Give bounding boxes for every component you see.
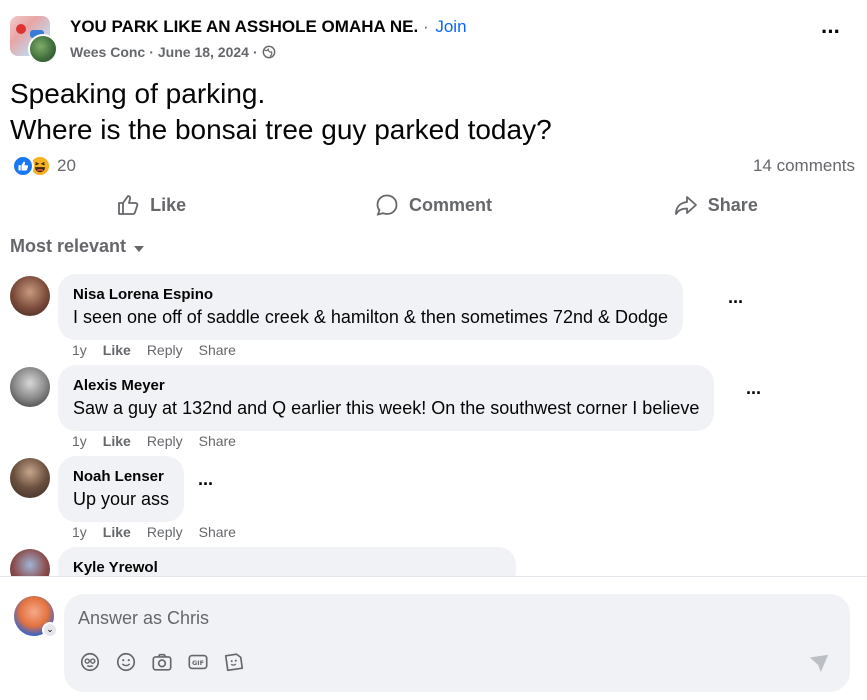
comment-age[interactable]: 1y — [72, 342, 87, 358]
sticker-icon[interactable] — [222, 650, 246, 674]
commenter-avatar[interactable] — [10, 458, 50, 498]
commenter-avatar[interactable] — [10, 367, 50, 407]
commenter-name[interactable]: Noah Lenser — [73, 467, 169, 487]
post-meta: Wees Conc · June 18, 2024 · — [70, 44, 276, 60]
comment-more-icon[interactable]: ··· — [746, 383, 762, 404]
post-text-line: Where is the bonsai tree guy parked toda… — [10, 114, 552, 145]
chevron-down-icon[interactable]: ⌄ — [42, 622, 58, 638]
comment-actions: 1y Like Reply Share — [72, 433, 236, 449]
comment-composer: ⌄ Answer as Chris GIF — [0, 578, 867, 700]
camera-icon[interactable] — [150, 650, 174, 674]
share-button[interactable]: Share — [575, 186, 857, 224]
author-name[interactable]: Wees Conc — [70, 44, 145, 60]
comment-like-button[interactable]: Like — [103, 433, 131, 449]
post-body: Speaking of parking. Where is the bonsai… — [10, 76, 552, 148]
commenter-name[interactable]: Kyle Yrewol — [73, 558, 501, 576]
comment-text: Saw a guy at 132nd and Q earlier this we… — [73, 398, 700, 418]
post-actions: Like Comment Share — [10, 186, 857, 224]
post-text-line: Speaking of parking. — [10, 78, 266, 109]
separator-dot: · — [149, 44, 154, 60]
emoji-icon[interactable] — [114, 650, 138, 674]
comment-reply-button[interactable]: Reply — [147, 433, 183, 449]
comment-like-button[interactable]: Like — [103, 524, 131, 540]
thumbs-up-icon — [118, 195, 139, 215]
gif-icon[interactable]: GIF — [186, 650, 210, 674]
comment-reply-button[interactable]: Reply — [147, 524, 183, 540]
reaction-count[interactable]: 20 — [57, 156, 76, 176]
commenter-avatar[interactable] — [10, 549, 50, 576]
current-user-avatar[interactable]: ⌄ — [14, 596, 58, 638]
comment-input-placeholder: Answer as Chris — [78, 608, 210, 628]
join-link[interactable]: Join — [435, 17, 466, 36]
comment-text: Up your ass — [73, 489, 170, 509]
comment-text: I seen one off of saddle creek & hamilto… — [73, 307, 669, 327]
globe-icon — [262, 45, 276, 59]
group-name-link[interactable]: YOU PARK LIKE AN ASSHOLE OMAHA NE. — [70, 17, 418, 36]
separator-dot: · — [252, 44, 258, 60]
share-label: Share — [707, 194, 758, 215]
like-reaction-icon — [12, 155, 34, 177]
share-arrow-icon — [674, 196, 697, 215]
like-button[interactable]: Like — [10, 186, 292, 224]
commenter-name[interactable]: Nisa Lorena Espino — [73, 285, 668, 305]
composer-divider — [0, 576, 867, 577]
comment-bubble-icon — [376, 194, 398, 216]
reactions-summary[interactable]: 20 — [12, 154, 76, 178]
comment-bubble: Alexis Meyer Saw a guy at 132nd and Q ea… — [58, 365, 715, 431]
commenter-name[interactable]: Alexis Meyer — [73, 376, 699, 396]
comment-more-icon[interactable]: ··· — [198, 474, 214, 495]
comment-bubble: Nisa Lorena Espino I seen one off of sad… — [58, 274, 684, 340]
caret-down-icon — [134, 245, 145, 252]
avatar-sticker-icon[interactable] — [78, 650, 102, 674]
comment-bubble: Kyle Yrewol — [58, 547, 516, 576]
comment-reply-button[interactable]: Reply — [147, 342, 183, 358]
comment-label: Comment — [408, 194, 492, 215]
send-icon[interactable] — [808, 652, 830, 674]
comment-share-button[interactable]: Share — [199, 433, 236, 449]
comment-button[interactable]: Comment — [292, 186, 574, 224]
more-options-icon[interactable]: ··· — [821, 21, 845, 44]
like-label: Like — [150, 194, 187, 215]
commenter-avatar[interactable] — [10, 276, 50, 316]
comment-more-icon[interactable]: ··· — [728, 292, 744, 313]
comment-age[interactable]: 1y — [72, 433, 87, 449]
svg-text:GIF: GIF — [192, 659, 204, 667]
comment-share-button[interactable]: Share — [199, 342, 236, 358]
comment-actions: 1y Like Reply Share — [72, 524, 236, 540]
comment-input[interactable]: Answer as Chris GIF — [64, 594, 850, 692]
comment-bubble: Noah Lenser Up your ass — [58, 456, 185, 522]
post-header: YOU PARK LIKE AN ASSHOLE OMAHA NE. · Joi… — [10, 14, 857, 66]
comment-sort-dropdown[interactable]: Most relevant — [10, 236, 145, 257]
composer-tools: GIF — [78, 650, 246, 674]
group-avatar[interactable] — [10, 16, 58, 64]
comments-list: Nisa Lorena Espino I seen one off of sad… — [0, 270, 867, 576]
sort-label: Most relevant — [10, 236, 127, 256]
comments-count[interactable]: 14 comments — [753, 156, 855, 176]
group-title: YOU PARK LIKE AN ASSHOLE OMAHA NE. · Joi… — [70, 17, 467, 37]
comment-like-button[interactable]: Like — [103, 342, 131, 358]
comment-age[interactable]: 1y — [72, 524, 87, 540]
separator-dot: · — [422, 17, 429, 36]
post-date[interactable]: June 18, 2024 — [158, 44, 249, 60]
comment-actions: 1y Like Reply Share — [72, 342, 236, 358]
author-avatar[interactable] — [28, 34, 58, 64]
comment-share-button[interactable]: Share — [199, 524, 236, 540]
